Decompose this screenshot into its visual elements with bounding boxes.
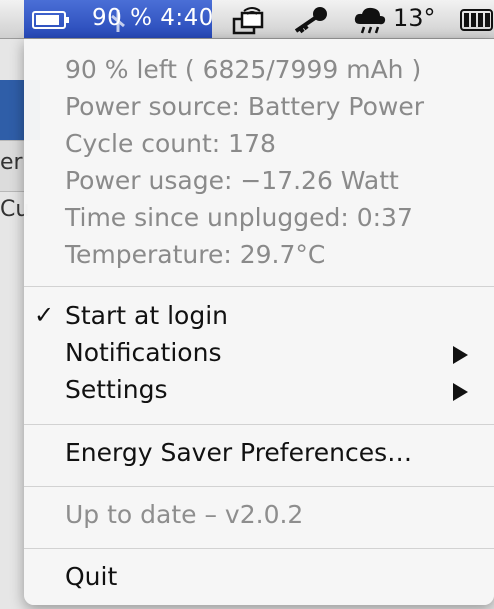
charge-info: 90 % left ( 6825/7999 mAh ): [65, 55, 422, 84]
energy-saver-label: Energy Saver Preferences…: [65, 438, 413, 467]
battery-status-item[interactable]: 90 % 4:40: [24, 0, 214, 38]
quit-label: Quit: [65, 562, 118, 591]
background-text-fragment: er: [0, 150, 23, 175]
time-since-unplugged-info: Time since unplugged: 0:37: [65, 203, 413, 232]
battery-status-icon[interactable]: [460, 9, 494, 31]
update-status-item: Up to date – v2.0.2: [24, 498, 494, 536]
energy-saver-preferences-item[interactable]: Energy Saver Preferences…: [24, 436, 494, 474]
temperature-readout[interactable]: 13°: [393, 4, 436, 32]
power-source-info: Power source: Battery Power: [65, 92, 424, 121]
update-status-label: Up to date – v2.0.2: [65, 500, 304, 529]
submenu-arrow-icon: [453, 383, 468, 401]
battery-dropdown-menu: 90 % left ( 6825/7999 mAh ) Power source…: [24, 39, 494, 605]
submenu-arrow-icon: [453, 346, 468, 364]
temperature-info: Temperature: 29.7°C: [65, 240, 326, 269]
power-usage-info: Power usage: −17.26 Watt: [65, 166, 399, 195]
battery-icon: [32, 11, 69, 29]
battery-status-text: 90 % 4:40: [92, 5, 214, 31]
settings-label: Settings: [65, 375, 168, 404]
menu-separator: [24, 286, 494, 287]
checkmark-icon: ✓: [34, 301, 55, 329]
weather-icon[interactable]: [352, 4, 388, 36]
cycle-count-info: Cycle count: 178: [65, 129, 276, 158]
notifications-label: Notifications: [65, 338, 222, 367]
menu-separator: [24, 424, 494, 425]
key-icon[interactable]: [290, 5, 330, 35]
network-icon[interactable]: [228, 5, 268, 35]
start-at-login-item[interactable]: ✓ Start at login: [24, 299, 494, 337]
start-at-login-label: Start at login: [65, 301, 228, 330]
notifications-item[interactable]: Notifications: [24, 336, 494, 374]
menu-separator: [24, 548, 494, 549]
quit-item[interactable]: Quit: [24, 560, 494, 598]
menu-separator: [24, 486, 494, 487]
settings-item[interactable]: Settings: [24, 373, 494, 411]
menu-bar: 90 % 4:40 13°: [0, 0, 494, 39]
